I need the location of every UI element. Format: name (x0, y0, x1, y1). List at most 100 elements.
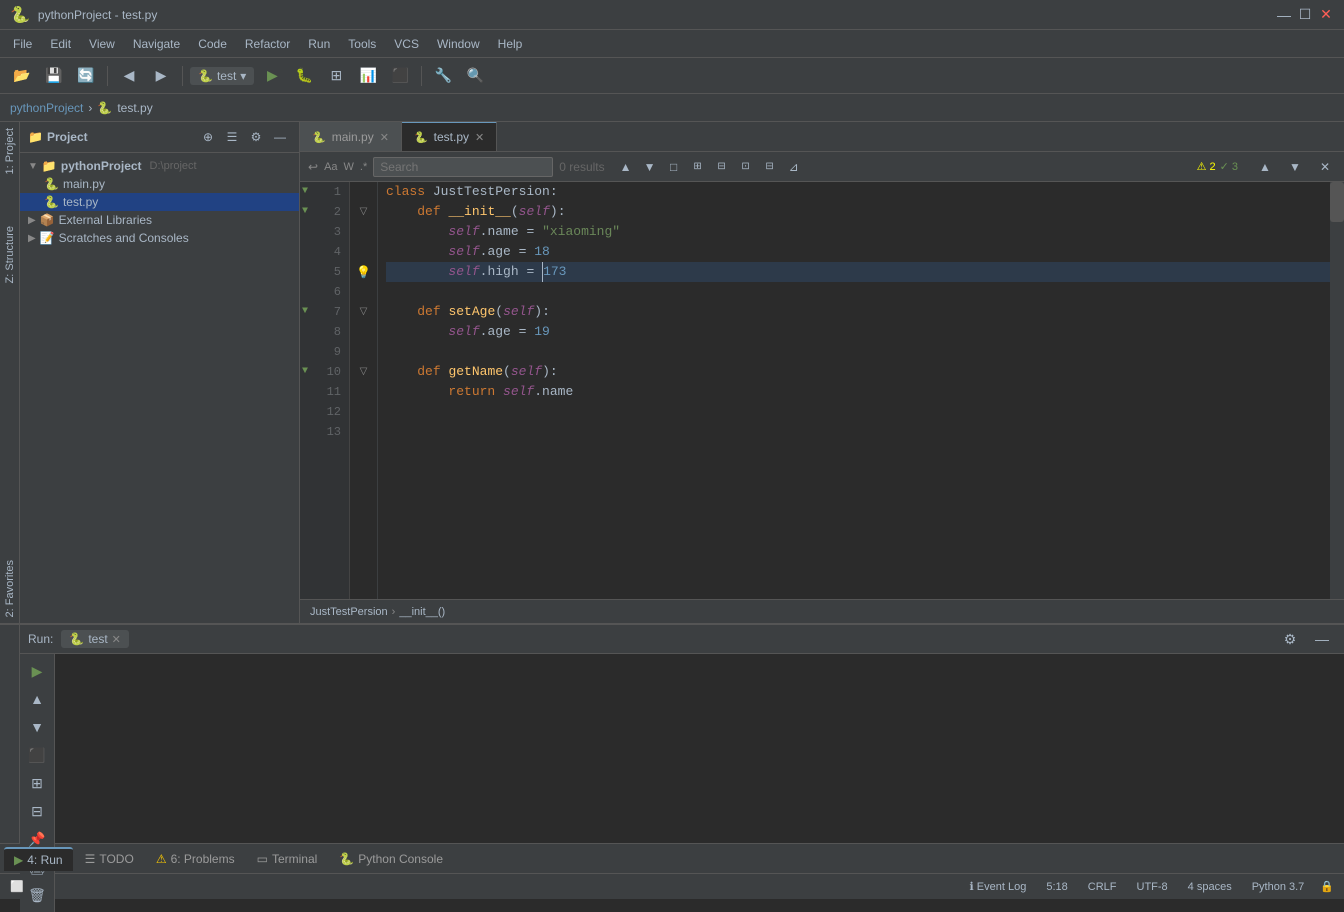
warning-count[interactable]: ⚠ 2 (1197, 160, 1216, 173)
expand-search-btn[interactable]: □ (663, 156, 685, 178)
minimize-button[interactable]: — (1276, 7, 1292, 23)
prev-result-btn[interactable]: ▲ (615, 156, 637, 178)
breadcrumb-project[interactable]: pythonProject (10, 101, 83, 115)
clear-btn[interactable]: 🗑 (24, 882, 50, 908)
status-position[interactable]: 5:18 (1042, 879, 1071, 895)
gutter-11[interactable] (350, 382, 377, 402)
status-indent[interactable]: 4 spaces (1184, 879, 1236, 895)
left-tab-favorites[interactable]: 2: Favorites (2, 554, 18, 623)
check-count[interactable]: ✓ 3 (1220, 160, 1238, 173)
open-file-button[interactable]: 📂 (8, 62, 36, 90)
menu-code[interactable]: Code (190, 34, 235, 54)
sidebar-add-btn[interactable]: ⊕ (197, 126, 219, 148)
expand-icon[interactable]: ⬜ (10, 880, 24, 893)
coverage-button[interactable]: ⊞ (322, 62, 350, 90)
gutter-2[interactable]: ▽ (350, 202, 377, 222)
sidebar-close-btn[interactable]: — (269, 126, 291, 148)
tab-run[interactable]: ▶ 4: Run (4, 847, 73, 871)
panel-settings-btn[interactable]: ⚙ (1276, 625, 1304, 653)
sidebar-item-test-py[interactable]: 🐍 test.py (20, 193, 299, 211)
match-case-icon[interactable]: Aa (324, 161, 337, 173)
status-encoding[interactable]: UTF-8 (1133, 879, 1172, 895)
tab-terminal[interactable]: ▭ Terminal (247, 848, 328, 870)
lock-icon[interactable]: 🔒 (1320, 880, 1334, 893)
filter-run-btn[interactable]: ⊟ (24, 798, 50, 824)
tab-main-py[interactable]: 🐍 main.py ✕ (300, 122, 402, 151)
status-event-log[interactable]: ℹ Event Log (966, 878, 1031, 895)
menu-window[interactable]: Window (429, 34, 488, 54)
filter-icon[interactable]: ⊿ (783, 156, 805, 178)
scroll-thumb[interactable] (1330, 182, 1344, 222)
status-line-ending[interactable]: CRLF (1084, 879, 1121, 895)
expand-down-btn[interactable]: ▼ (1284, 156, 1306, 178)
code-content[interactable]: class JustTestPersion: def __init__(self… (378, 182, 1330, 599)
sync-button[interactable]: 🔄 (72, 62, 100, 90)
close-search-btn[interactable]: ✕ (1314, 156, 1336, 178)
menu-file[interactable]: File (5, 34, 40, 54)
run-tab-active[interactable]: 🐍 test ✕ (61, 630, 129, 648)
scroll-up-btn[interactable]: ▲ (24, 686, 50, 712)
gutter-5[interactable]: 💡 (350, 262, 377, 282)
filter-btn[interactable]: ⊟ (759, 156, 781, 178)
left-tab-project[interactable]: 1: Project (2, 122, 18, 180)
search-input[interactable] (373, 157, 553, 177)
sidebar-item-main-py[interactable]: 🐍 main.py (20, 175, 299, 193)
settings-button[interactable]: 🔧 (429, 62, 457, 90)
panel-minimize-btn[interactable]: — (1308, 625, 1336, 653)
menu-vcs[interactable]: VCS (386, 34, 427, 54)
tab-main-py-close[interactable]: ✕ (380, 131, 389, 144)
gutter-10[interactable]: ▽ (350, 362, 377, 382)
gutter-9[interactable] (350, 342, 377, 362)
preserve-case-btn[interactable]: ⊡ (735, 156, 757, 178)
scroll-down-btn[interactable]: ▼ (24, 714, 50, 740)
status-interpreter[interactable]: Python 3.7 (1248, 879, 1309, 895)
tab-problems[interactable]: ⚠ 6: Problems (146, 848, 245, 870)
menu-refactor[interactable]: Refactor (237, 34, 298, 54)
tab-python-console[interactable]: 🐍 Python Console (329, 848, 453, 870)
sidebar-options-btn[interactable]: ☰ (221, 126, 243, 148)
expand-up-btn[interactable]: ▲ (1254, 156, 1276, 178)
gutter-8[interactable] (350, 322, 377, 342)
right-scrollbar[interactable] (1330, 182, 1344, 599)
search-back-icon[interactable]: ↩ (308, 160, 318, 174)
sidebar-item-root[interactable]: ▼ 📁 pythonProject D:\project (20, 157, 299, 175)
menu-help[interactable]: Help (490, 34, 531, 54)
profile-button[interactable]: 📊 (354, 62, 382, 90)
left-tab-structure[interactable]: Z: Structure (2, 220, 18, 289)
wrap-btn[interactable]: ⊞ (24, 770, 50, 796)
gutter-12[interactable] (350, 402, 377, 422)
breadcrumb-file[interactable]: test.py (117, 101, 152, 115)
run-config[interactable]: 🐍 test ▾ (190, 67, 254, 85)
close-button[interactable]: ✕ (1318, 7, 1334, 23)
multiline-btn[interactable]: ⊞ (687, 156, 709, 178)
next-result-btn[interactable]: ▼ (639, 156, 661, 178)
sidebar-item-external-libs[interactable]: ▶ 📦 External Libraries (20, 211, 299, 229)
menu-edit[interactable]: Edit (42, 34, 79, 54)
tab-test-py-close[interactable]: ✕ (475, 131, 484, 144)
menu-view[interactable]: View (81, 34, 123, 54)
regex-icon[interactable]: .* (360, 161, 367, 173)
tab-todo[interactable]: ☰ TODO (75, 848, 144, 870)
bulb-icon[interactable]: 💡 (356, 265, 371, 280)
gutter-7[interactable]: ▽ (350, 302, 377, 322)
run-btn[interactable]: ▶ (24, 658, 50, 684)
stop-button[interactable]: ⬛ (386, 62, 414, 90)
search-everywhere-button[interactable]: 🔍 (461, 62, 489, 90)
maximize-button[interactable]: ☐ (1297, 7, 1313, 23)
gutter-4[interactable] (350, 242, 377, 262)
word-btn[interactable]: ⊟ (711, 156, 733, 178)
menu-navigate[interactable]: Navigate (125, 34, 188, 54)
gutter-3[interactable] (350, 222, 377, 242)
debug-button[interactable]: 🐛 (290, 62, 318, 90)
stop-run-btn[interactable]: ⬛ (24, 742, 50, 768)
save-button[interactable]: 💾 (40, 62, 68, 90)
code-editor[interactable]: ▼ 1 ▼ 2 3 4 5 6 ▼ 7 8 9 (300, 182, 1344, 599)
tab-test-py[interactable]: 🐍 test.py ✕ (402, 122, 497, 151)
run-button[interactable]: ▶ (258, 62, 286, 90)
forward-button[interactable]: ▶ (147, 62, 175, 90)
menu-tools[interactable]: Tools (340, 34, 384, 54)
sidebar-item-scratches[interactable]: ▶ 📝 Scratches and Consoles (20, 229, 299, 247)
sidebar-settings-btn[interactable]: ⚙ (245, 126, 267, 148)
back-button[interactable]: ◀ (115, 62, 143, 90)
gutter-6[interactable] (350, 282, 377, 302)
